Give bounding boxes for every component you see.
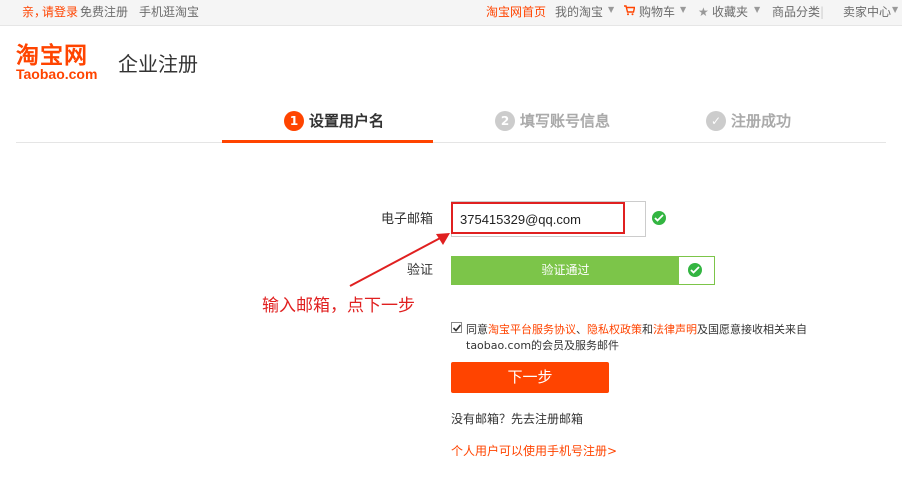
chevron-down-icon: ▼ — [680, 5, 687, 14]
cart-icon[interactable] — [624, 5, 636, 19]
verify-slider[interactable]: 验证通过 — [451, 256, 715, 285]
seller-center-link[interactable]: 卖家中心 — [843, 5, 891, 19]
divider: | — [820, 5, 825, 19]
my-taobao-link[interactable]: 我的淘宝 — [555, 5, 603, 19]
home-link[interactable]: 淘宝网首页 — [486, 5, 546, 19]
star-icon: ★ — [698, 5, 709, 19]
active-step-underline — [222, 140, 433, 143]
chevron-down-icon: ▼ — [892, 5, 899, 14]
taobao-logo[interactable]: 淘宝网 Taobao.com — [16, 44, 111, 82]
step-number: 2 — [495, 111, 515, 131]
verify-status-text: 验证通过 — [541, 263, 590, 277]
categories-link[interactable]: 商品分类 — [772, 5, 820, 19]
agree-separator: 、 — [576, 323, 587, 336]
agreement-text: 同意淘宝平台服务协议、隐私权政策和法律声明及国愿意接收相关来自taobao.co… — [466, 322, 866, 354]
logo-cn: 淘宝网 — [16, 42, 88, 69]
annotation-text: 输入邮箱，点下一步 — [262, 296, 415, 316]
register-link[interactable]: 免费注册 — [80, 5, 128, 19]
legal-notice-link[interactable]: 法律声明 — [653, 323, 697, 336]
favorites-link[interactable]: 收藏夹 — [712, 5, 748, 19]
check-circle-icon — [652, 211, 666, 225]
next-step-button[interactable]: 下一步 — [451, 362, 609, 393]
step-label: 填写账号信息 — [520, 112, 611, 130]
chevron-down-icon: ▼ — [608, 5, 615, 14]
step-progress: 1 设置用户名 2 填写账号信息 ✓ 注册成功 — [16, 100, 886, 143]
service-agreement-link[interactable]: 淘宝平台服务协议 — [488, 323, 576, 336]
check-circle-icon: ✓ — [706, 111, 726, 131]
step-number: 1 — [284, 111, 304, 131]
agree-checkbox[interactable] — [451, 322, 462, 333]
page-title: 企业注册 — [118, 52, 198, 76]
agree-and: 和 — [642, 323, 653, 336]
mobile-link[interactable]: 手机逛淘宝 — [139, 5, 199, 19]
cart-link[interactable]: 购物车 — [639, 5, 675, 19]
agree-prefix: 同意 — [466, 323, 488, 336]
top-bar: 亲， 请登录 免费注册 手机逛淘宝 淘宝网首页 我的淘宝 ▼ 购物车 ▼ ★ 收… — [0, 0, 902, 26]
login-link[interactable]: 请登录 — [42, 5, 78, 19]
check-circle-icon — [688, 263, 702, 277]
annotation-arrow-icon — [349, 233, 450, 287]
chevron-down-icon: ▼ — [754, 5, 761, 14]
privacy-policy-link[interactable]: 隐私权政策 — [587, 323, 642, 336]
step-label: 注册成功 — [731, 112, 792, 130]
logo-en: Taobao.com — [16, 66, 98, 82]
annotation-highlight-box — [451, 202, 625, 234]
step-label: 设置用户名 — [309, 112, 385, 130]
verify-slider-handle[interactable] — [679, 257, 714, 284]
mobile-register-link[interactable]: 个人用户可以使用手机号注册> — [451, 444, 617, 458]
register-email-link[interactable]: 没有邮箱？先去注册邮箱 — [451, 412, 583, 426]
